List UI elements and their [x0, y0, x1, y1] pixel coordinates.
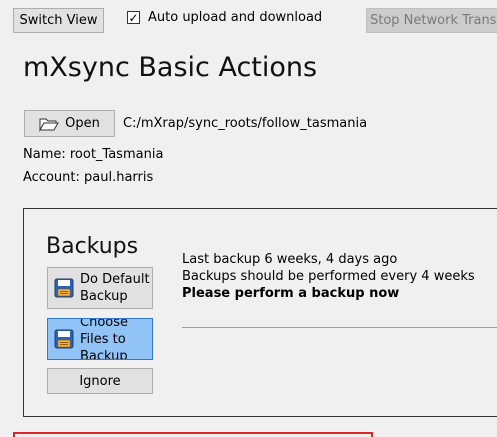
floppy-save-icon — [54, 278, 74, 298]
backup-status: Last backup 6 weeks, 4 days ago Backups … — [182, 251, 475, 302]
stop-network-transfer-button[interactable]: Stop Network Transfer — [366, 8, 497, 33]
folder-open-icon — [39, 118, 59, 132]
choose-files-label: Choose Files to Backup — [80, 318, 128, 360]
backup-frequency-text: Backups should be performed every 4 week… — [182, 269, 475, 284]
do-default-backup-button[interactable]: Do Default Backup — [47, 267, 153, 309]
switch-view-button[interactable]: Switch View — [13, 8, 104, 33]
alert-panel — [13, 432, 373, 437]
last-backup-text: Last backup 6 weeks, 4 days ago — [182, 252, 398, 267]
open-button-label: Open — [65, 116, 100, 131]
choose-files-to-backup-button[interactable]: Choose Files to Backup — [47, 318, 153, 360]
divider — [182, 327, 497, 328]
ignore-button[interactable]: Ignore — [47, 368, 153, 394]
account-name: Account: paul.harris — [23, 170, 154, 185]
backups-heading: Backups — [46, 234, 139, 259]
open-folder-button[interactable]: Open — [24, 110, 115, 137]
sync-root-name: Name: root_Tasmania — [23, 147, 164, 162]
auto-upload-checkbox[interactable]: ✓ — [127, 11, 140, 24]
sync-root-path: C:/mXrap/sync_roots/follow_tasmania — [123, 116, 368, 131]
app-window: Switch View ✓ Auto upload and download S… — [0, 0, 497, 437]
backup-urgent-text: Please perform a backup now — [182, 286, 400, 301]
floppy-save-icon — [54, 329, 74, 349]
page-title: mXsync Basic Actions — [23, 52, 318, 83]
check-icon: ✓ — [128, 10, 139, 25]
auto-upload-toggle[interactable]: ✓ Auto upload and download — [127, 10, 322, 25]
auto-upload-label: Auto upload and download — [148, 10, 323, 25]
default-backup-label: Do Default Backup — [80, 272, 150, 304]
backups-panel: Backups Do Default Backup Choose Files t… — [23, 208, 497, 417]
